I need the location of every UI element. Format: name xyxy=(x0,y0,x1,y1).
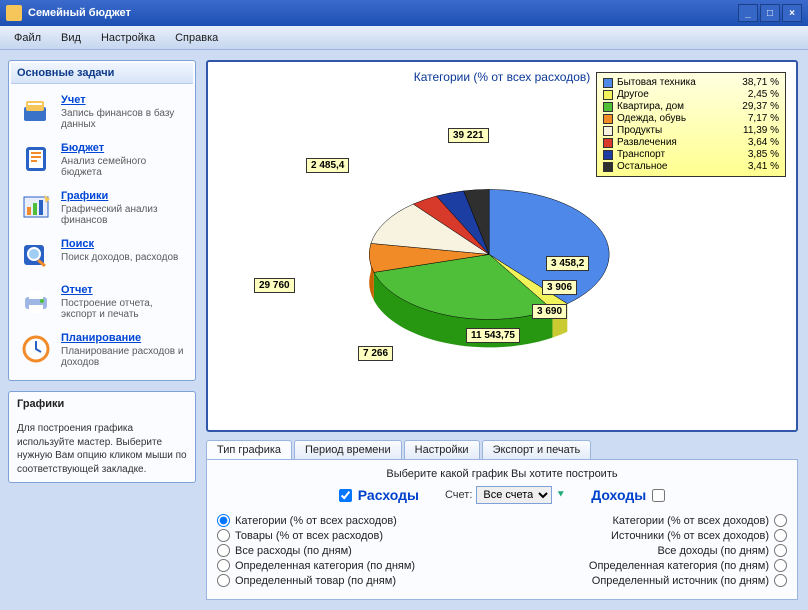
pie-chart: 39 221 2 485,4 29 760 7 266 11 543,75 3 … xyxy=(218,88,786,388)
incomes-checkbox[interactable] xyxy=(652,489,665,502)
maximize-button[interactable]: □ xyxy=(760,4,780,22)
callout-1: 2 485,4 xyxy=(306,158,349,173)
tab-chart-type[interactable]: Тип графика xyxy=(206,440,292,459)
printer-icon xyxy=(19,284,53,318)
ledger-icon xyxy=(19,94,53,128)
opt-inc-cat-by-day[interactable] xyxy=(774,559,787,572)
task-desc: Запись финансов в базу данных xyxy=(61,108,187,130)
help-title: Графики xyxy=(17,398,187,410)
tasks-panel-title: Основные задачи xyxy=(11,63,193,84)
incomes-options: Категории (% от всех доходов) Источники … xyxy=(514,512,787,589)
sidebar-item-planning[interactable]: Планирование Планирование расходов и дох… xyxy=(11,326,193,374)
tab-period[interactable]: Период времени xyxy=(294,440,402,459)
help-text: Для построения графика используйте масте… xyxy=(17,422,187,476)
sidebar: Основные задачи Учет Запись финансов в б… xyxy=(8,60,196,600)
task-title: Планирование xyxy=(61,332,187,344)
app-title: Семейный бюджет xyxy=(28,7,131,19)
opt-exp-cat-by-day[interactable] xyxy=(217,559,230,572)
opt-inc-all-by-day[interactable] xyxy=(774,544,787,557)
controls-section: Тип графика Период времени Настройки Экс… xyxy=(206,440,798,600)
task-title: Бюджет xyxy=(61,142,187,154)
app-icon xyxy=(6,5,22,21)
opt-exp-all-by-day[interactable] xyxy=(217,544,230,557)
task-desc: Построение отчета, экспорт и печать xyxy=(61,298,187,320)
tab-export[interactable]: Экспорт и печать xyxy=(482,440,592,459)
task-desc: Поиск доходов, расходов xyxy=(61,252,178,263)
callout-5: 3 690 xyxy=(532,304,567,319)
tab-bar: Тип графика Период времени Настройки Экс… xyxy=(206,440,798,460)
menu-settings[interactable]: Настройка xyxy=(93,30,163,46)
opt-inc-categories[interactable] xyxy=(774,514,787,527)
task-title: Учет xyxy=(61,94,187,106)
tasks-panel: Основные задачи Учет Запись финансов в б… xyxy=(8,60,196,381)
content-area: Основные задачи Учет Запись финансов в б… xyxy=(0,50,808,610)
incomes-label: Доходы xyxy=(591,487,646,503)
expenses-checkbox[interactable] xyxy=(339,489,352,502)
tab-settings[interactable]: Настройки xyxy=(404,440,480,459)
callout-3: 7 266 xyxy=(358,346,393,361)
sidebar-item-report[interactable]: Отчет Построение отчета, экспорт и печат… xyxy=(11,278,193,326)
chart-icon xyxy=(19,190,53,224)
expenses-label: Расходы xyxy=(358,487,419,503)
opt-exp-goods[interactable] xyxy=(217,529,230,542)
opt-exp-good-by-day[interactable] xyxy=(217,574,230,587)
callout-7: 3 458,2 xyxy=(546,256,589,271)
task-desc: Анализ семейного бюджета xyxy=(61,156,187,178)
task-title: Отчет xyxy=(61,284,187,296)
controls-prompt: Выберите какой график Вы хотите построит… xyxy=(217,468,787,480)
callout-4: 11 543,75 xyxy=(466,328,520,343)
controls-panel: Выберите какой график Вы хотите построит… xyxy=(206,460,798,600)
notebook-icon xyxy=(19,142,53,176)
menu-view[interactable]: Вид xyxy=(53,30,89,46)
account-select[interactable]: Все счета xyxy=(476,486,552,504)
chart-panel: Категории (% от всех расходов) Бытовая т… xyxy=(206,60,798,432)
menu-bar: Файл Вид Настройка Справка xyxy=(0,26,808,50)
sidebar-item-charts[interactable]: Графики Графический анализ финансов xyxy=(11,184,193,232)
opt-inc-sources[interactable] xyxy=(774,529,787,542)
expenses-options: Категории (% от всех расходов) Товары (%… xyxy=(217,512,490,589)
opt-exp-categories[interactable] xyxy=(217,514,230,527)
search-icon xyxy=(19,238,53,272)
account-label: Счет: xyxy=(445,489,472,501)
close-button[interactable]: × xyxy=(782,4,802,22)
callout-0: 39 221 xyxy=(448,128,489,143)
callout-6: 3 906 xyxy=(542,280,577,295)
menu-file[interactable]: Файл xyxy=(6,30,49,46)
task-desc: Графический анализ финансов xyxy=(61,204,187,226)
help-panel: Графики Для построения графика используй… xyxy=(8,391,196,483)
dropdown-icon: ⯆ xyxy=(556,489,565,502)
task-title: Поиск xyxy=(61,238,178,250)
task-title: Графики xyxy=(61,190,187,202)
opt-inc-src-by-day[interactable] xyxy=(774,574,787,587)
minimize-button[interactable]: _ xyxy=(738,4,758,22)
sidebar-item-budget[interactable]: Бюджет Анализ семейного бюджета xyxy=(11,136,193,184)
sidebar-item-uchet[interactable]: Учет Запись финансов в базу данных xyxy=(11,88,193,136)
clock-icon xyxy=(19,332,53,366)
main-area: Категории (% от всех расходов) Бытовая т… xyxy=(206,60,798,600)
task-desc: Планирование расходов и доходов xyxy=(61,346,187,368)
sidebar-item-search[interactable]: Поиск Поиск доходов, расходов xyxy=(11,232,193,278)
callout-2: 29 760 xyxy=(254,278,295,293)
title-bar[interactable]: Семейный бюджет _ □ × xyxy=(0,0,808,26)
app-window: Семейный бюджет _ □ × Файл Вид Настройка… xyxy=(0,0,808,610)
menu-help[interactable]: Справка xyxy=(167,30,226,46)
